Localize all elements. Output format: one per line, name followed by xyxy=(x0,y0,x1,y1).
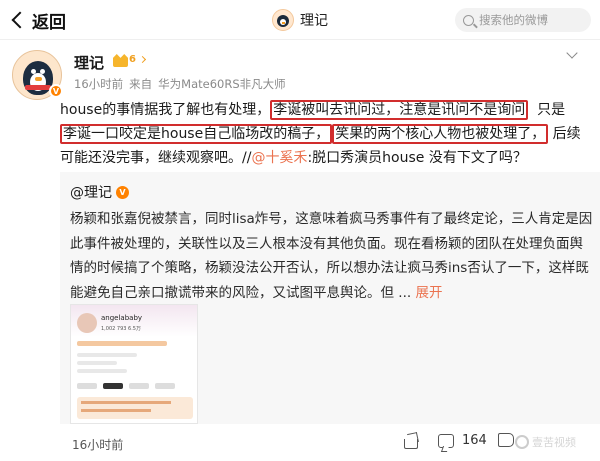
repost-line: 情的时候搞了个策略，杨颖没法公开否认，所以想办法让疯马秀ins否认了一下，这样既 xyxy=(70,260,589,276)
repost-author-name[interactable]: @理记 xyxy=(70,182,112,202)
comment-count: 164 xyxy=(462,433,487,448)
post-footer: 16小时前 164 壹苦视频 xyxy=(0,424,600,461)
repost-author[interactable]: @理记 V xyxy=(70,182,129,202)
post-text: house的事情据我了解也有处理， 李诞被叫去讯问过，注意是讯问不是询问 只是 李… xyxy=(60,98,590,170)
repost-card[interactable]: @理记 V 杨颖和张嘉倪被禁言，同时lisa炸号，这意味着疯马秀事件有了最终定论… xyxy=(60,172,600,424)
penguin-avatar-icon xyxy=(272,9,294,31)
nav-title[interactable]: 理记 xyxy=(272,7,328,33)
verified-icon: V xyxy=(49,84,63,98)
repost-line: 能避免自己亲口撤谎带来的风险，又试图平息舆论。但 ... 展开 xyxy=(70,281,590,306)
source-prefix: 来自 xyxy=(129,77,153,91)
comment-icon xyxy=(438,433,454,448)
post-text-segment: 可能还没完事，继续观察吧。// xyxy=(60,150,252,166)
chevron-right-icon xyxy=(138,55,147,64)
weibo-post-page: 返回 理记 V 理记 6 16小时前 来自 华为Mate60RS非凡大师 hou… xyxy=(0,0,600,461)
repost-line-text: 能避免自己亲口撤谎带来的风险，又试图平息舆论。但 ... xyxy=(70,284,412,301)
post-source[interactable]: 华为Mate60RS非凡大师 xyxy=(158,76,285,92)
like-button[interactable] xyxy=(498,433,516,451)
highlighted-text: 李诞被叫去讯问过，注意是讯问不是询问 xyxy=(270,100,529,120)
repost-line: 此事件被处理的，关联性以及三人根本没有其他负面。现在看杨颖的团队在处理负面舆 xyxy=(70,235,583,252)
back-label: 返回 xyxy=(32,12,66,33)
repost-line: 杨颖和张嘉倪被禁言，同时lisa炸号，这意味着疯马秀事件有了最终定论，三人肯定是… xyxy=(70,211,593,227)
top-nav-bar: 返回 理记 xyxy=(0,0,600,40)
more-options-button[interactable] xyxy=(562,47,582,62)
nav-username: 理记 xyxy=(300,13,328,29)
watermark-logo-icon xyxy=(515,435,529,449)
chevron-down-icon xyxy=(566,47,578,59)
verified-icon: V xyxy=(116,185,129,199)
post-text-segment: 只是 xyxy=(537,102,566,118)
comment-button[interactable]: 164 xyxy=(438,433,487,448)
post-line: 可能还没完事，继续观察吧。//@十奚禾:脱口秀演员house 没有下文了吗？ xyxy=(60,146,590,170)
watermark-text: 壹苦视频 xyxy=(532,436,576,449)
footer-time: 16小时前 xyxy=(72,438,124,452)
post-text-segment: :脱口秀演员house 没有下文了吗？ xyxy=(307,150,527,166)
post-time: 16小时前 xyxy=(74,77,124,91)
level-number: 6 xyxy=(129,54,136,65)
share-button[interactable] xyxy=(402,432,422,451)
highlighted-text: 笑果的两个核心人物也被处理了， xyxy=(332,124,549,144)
watermark: 壹苦视频 xyxy=(515,434,576,450)
mention-link[interactable]: @十奚禾 xyxy=(251,150,307,166)
embedded-screenshot[interactable]: angelababy 1,002 793 6.5万 xyxy=(70,304,198,424)
thumbs-up-icon xyxy=(498,433,514,447)
crown-icon xyxy=(113,54,128,67)
expand-link[interactable]: 展开 xyxy=(415,285,442,301)
search-box[interactable] xyxy=(455,8,591,32)
search-icon xyxy=(463,14,474,26)
post-line: 李诞一口咬定是house自己临场改的稿子， 笑果的两个核心人物也被处理了， 后续 xyxy=(60,122,590,146)
post-text-segment: house的事情据我了解也有处理， xyxy=(60,102,271,118)
author-name[interactable]: 理记 xyxy=(74,52,104,73)
embed-profile-stats: 1,002 793 6.5万 xyxy=(101,326,141,332)
back-button[interactable]: 返回 xyxy=(10,7,66,33)
post-text-segment: 后续 xyxy=(552,126,581,142)
embed-avatar xyxy=(77,313,97,333)
post-line: house的事情据我了解也有处理， 李诞被叫去讯问过，注意是讯问不是询问 只是 xyxy=(60,98,590,122)
post-meta: 16小时前 来自 华为Mate60RS非凡大师 xyxy=(74,76,286,92)
highlighted-text: 李诞一口咬定是house自己临场改的稿子， xyxy=(60,124,333,144)
repost-text: 杨颖和张嘉倪被禁言，同时lisa炸号，这意味着疯马秀事件有了最终定论，三人肯定是… xyxy=(70,207,593,306)
search-input[interactable] xyxy=(479,13,584,27)
chevron-left-icon xyxy=(11,11,29,29)
embed-profile-name: angelababy xyxy=(101,314,143,322)
